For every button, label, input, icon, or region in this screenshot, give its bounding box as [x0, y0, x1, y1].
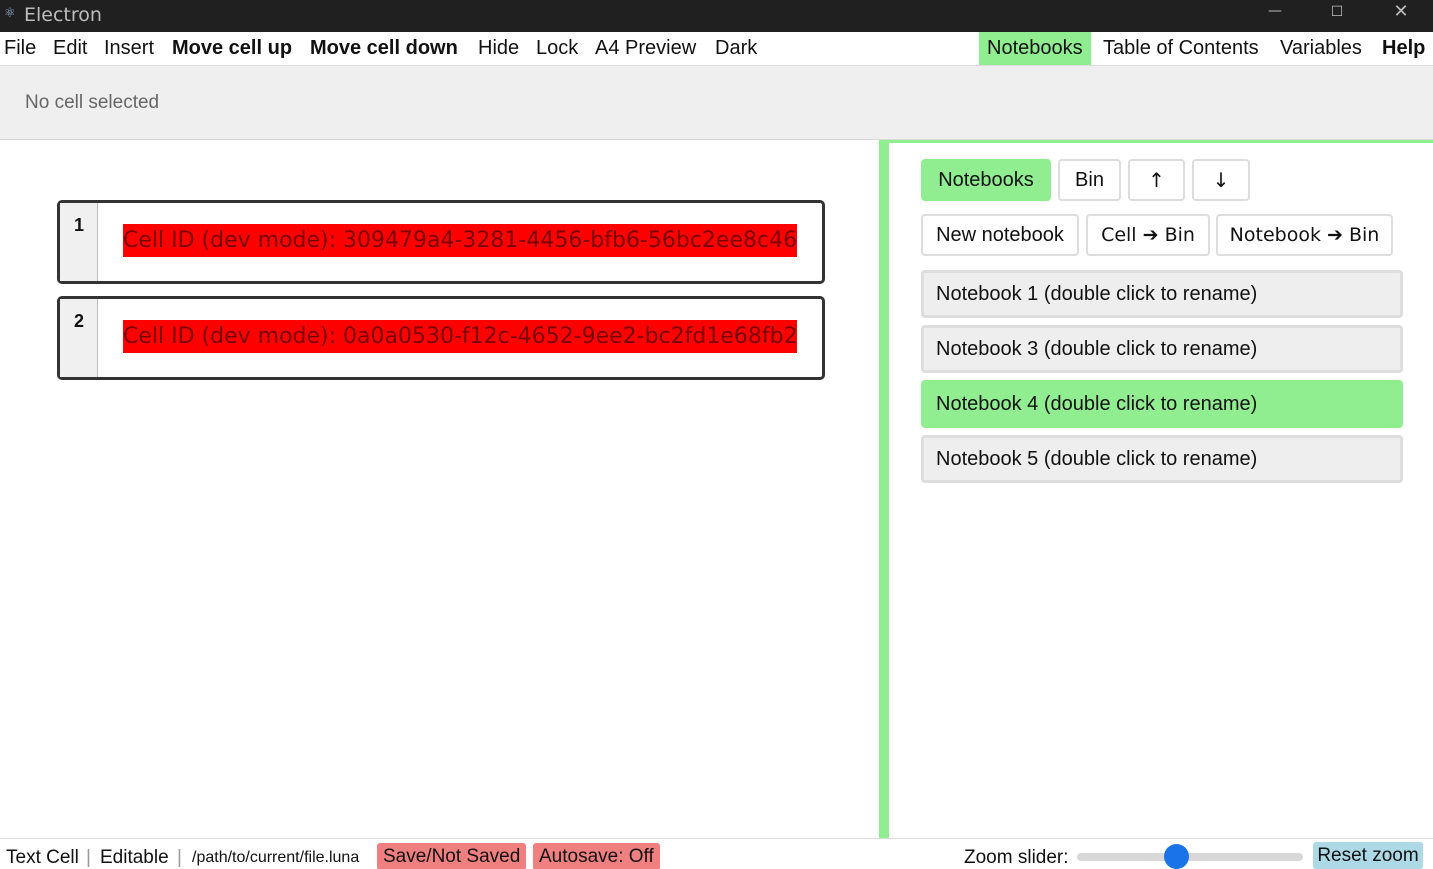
- notebook-cell[interactable]: 1 Cell ID (dev mode): 309479a4-3281-4456…: [57, 200, 825, 284]
- cell-content[interactable]: Cell ID (dev mode): 309479a4-3281-4456-b…: [123, 224, 797, 257]
- electron-icon: ⚛: [4, 5, 16, 20]
- menu-insert[interactable]: Insert: [104, 32, 154, 65]
- move-notebook-down-button[interactable]: ↓: [1192, 159, 1250, 201]
- close-icon[interactable]: ✕: [1369, 0, 1433, 28]
- cell-number: 1: [73, 215, 84, 235]
- new-notebook-button[interactable]: New notebook: [921, 214, 1079, 256]
- menu-lock[interactable]: Lock: [536, 32, 578, 65]
- save-status-button[interactable]: Save/Not Saved: [377, 843, 527, 869]
- minimize-icon[interactable]: —: [1243, 0, 1307, 28]
- status-separator: |: [177, 847, 182, 868]
- cell-number: 2: [73, 311, 84, 331]
- panel-resize-handle[interactable]: [879, 140, 889, 838]
- cell-type-label: Text Cell: [6, 847, 79, 868]
- zoom-slider[interactable]: [1077, 853, 1303, 861]
- menu-variables[interactable]: Variables: [1280, 32, 1362, 65]
- notebook-cell[interactable]: 2 Cell ID (dev mode): 0a0a0530-f12c-4652…: [57, 296, 825, 380]
- notebook-to-bin-button[interactable]: Notebook ➔ Bin: [1216, 214, 1393, 256]
- zoom-slider-thumb[interactable]: [1163, 844, 1189, 869]
- bin-tab-button[interactable]: Bin: [1058, 159, 1121, 201]
- cell-content[interactable]: Cell ID (dev mode): 0a0a0530-f12c-4652-9…: [123, 320, 797, 353]
- menu-edit[interactable]: Edit: [53, 32, 87, 65]
- notebook-list-item-active[interactable]: Notebook 4 (double click to rename): [921, 380, 1403, 428]
- selection-status: No cell selected: [25, 92, 160, 113]
- menu-help[interactable]: Help: [1382, 32, 1425, 65]
- cell-to-bin-button[interactable]: Cell ➔ Bin: [1086, 214, 1210, 256]
- maximize-icon[interactable]: ☐: [1305, 0, 1369, 28]
- reset-zoom-button[interactable]: Reset zoom: [1313, 842, 1423, 869]
- menu-bar: File Edit Insert Move cell up Move cell …: [0, 32, 1433, 66]
- menu-table-of-contents[interactable]: Table of Contents: [1103, 32, 1259, 65]
- menu-file[interactable]: File: [4, 32, 36, 65]
- menu-hide[interactable]: Hide: [478, 32, 519, 65]
- autosave-toggle[interactable]: Autosave: Off: [533, 843, 660, 869]
- notebooks-tab-button[interactable]: Notebooks: [921, 159, 1051, 201]
- menu-move-cell-down[interactable]: Move cell down: [310, 32, 458, 65]
- file-path-label: /path/to/current/file.luna: [192, 849, 360, 866]
- menu-notebooks[interactable]: Notebooks: [979, 32, 1091, 65]
- notebook-list-item[interactable]: Notebook 3 (double click to rename): [921, 325, 1403, 373]
- menu-dark[interactable]: Dark: [715, 32, 757, 65]
- window-title: Electron: [24, 4, 102, 26]
- cell-info-bar: No cell selected: [0, 66, 1433, 140]
- title-bar: ⚛ Electron — ☐ ✕: [0, 0, 1433, 32]
- menu-a4-preview[interactable]: A4 Preview: [595, 32, 696, 65]
- zoom-label: Zoom slider:: [964, 847, 1069, 868]
- notebook-list-item[interactable]: Notebook 1 (double click to rename): [921, 270, 1403, 318]
- menu-move-cell-up[interactable]: Move cell up: [172, 32, 292, 65]
- move-notebook-up-button[interactable]: ↑: [1128, 159, 1185, 201]
- edit-state-label[interactable]: Editable: [100, 847, 169, 869]
- notebook-list-item[interactable]: Notebook 5 (double click to rename): [921, 435, 1403, 483]
- status-separator: |: [86, 847, 91, 868]
